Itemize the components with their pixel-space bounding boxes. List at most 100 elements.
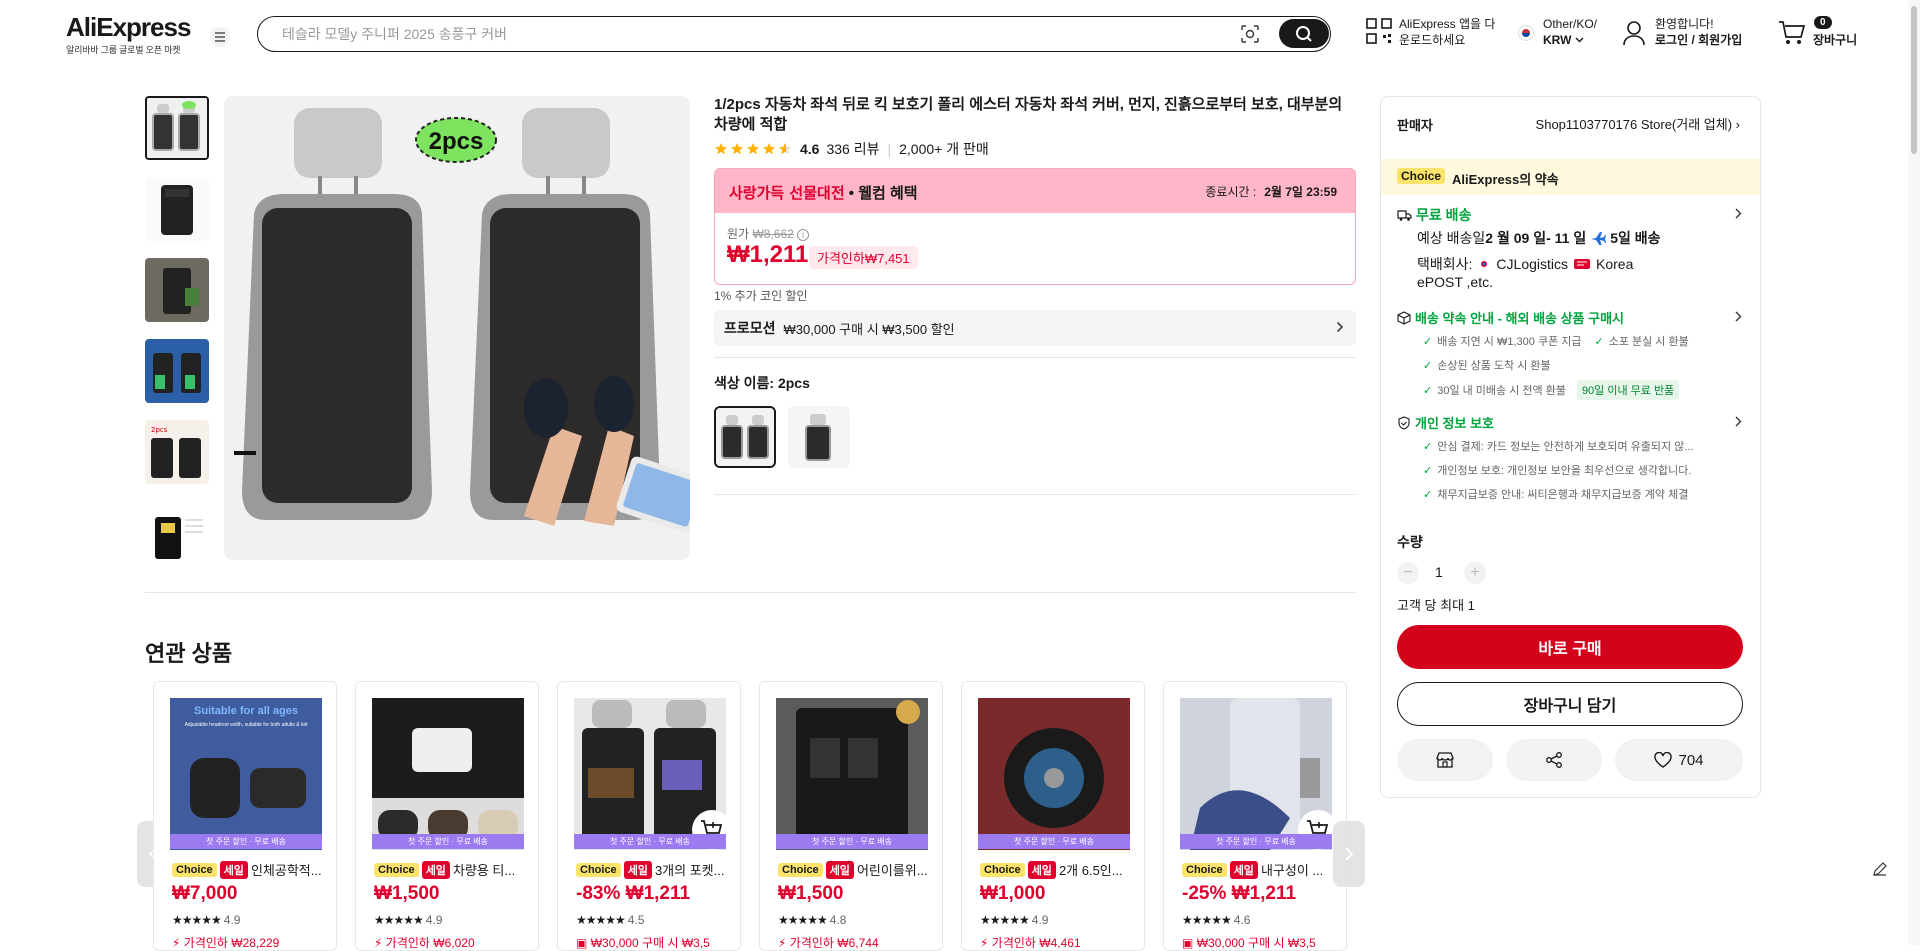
carousel-next-button[interactable] [1333,821,1365,887]
quantity-value[interactable]: 1 [1435,564,1443,580]
delivery-promise-item: ✓ 30일 내 미배송 시 전액 환불 90일 이내 무료 반품 [1423,380,1680,400]
korea-post-icon [1574,259,1591,269]
scrollbar-thumb[interactable] [1911,6,1917,154]
related-product-name-row: Choice 세일 내구성이 ... [1182,860,1332,879]
related-product-rating: ★★★★★ 4.5 [576,913,645,927]
color-swatch-1pc[interactable] [788,406,850,468]
rating-value: 4.6 [800,141,820,157]
quantity-label: 수량 [1397,534,1423,550]
main-product-image[interactable]: 2pcs [224,96,690,560]
search-button[interactable] [1279,19,1329,48]
related-product-image[interactable] [1180,698,1332,850]
cart-icon[interactable] [1778,20,1806,46]
related-product-card[interactable]: 첫 주문 할인 · 무료 배송 Choice 세일 어린이를위... ₩1,50… [759,681,943,951]
thumbnail[interactable] [145,258,209,322]
delivery-promise-title[interactable]: 배송 약속 안내 - 해외 배송 상품 구매시 [1397,308,1624,327]
thumbnail[interactable] [145,96,209,160]
edit-icon[interactable] [1872,861,1888,877]
choice-badge: Choice [778,862,823,877]
related-product-name: 3개의 포켓... [654,863,725,878]
sale-badge: 세일 [623,860,652,879]
info-icon[interactable]: i [797,229,810,241]
related-product-card[interactable]: 첫 주문 할인 · 무료 배송 Choice 세일 차량용 티... ₩1,50… [355,681,539,951]
locale-selector[interactable]: Other/KO/ KRW [1543,16,1597,48]
divider [714,494,1356,495]
related-product-price: -83% ₩1,211 [576,883,691,904]
related-product-image[interactable] [776,698,928,850]
price-drop-icon: ⚡ [778,936,787,950]
first-order-band: 첫 주문 할인 · 무료 배송 [978,834,1130,849]
choice-badge: Choice [1397,168,1446,184]
box-icon [1397,310,1411,325]
related-product-card[interactable]: 첫 주문 할인 · 무료 배송 Choice 세일 3개의 포켓... -83%… [557,681,741,951]
chevron-right-icon[interactable] [1735,416,1742,427]
thumbnail[interactable] [145,501,209,565]
account-icon[interactable] [1622,20,1646,46]
quantity-increase-button[interactable]: + [1464,562,1486,584]
discount-percent: -83% [576,883,621,904]
sale-badge: 세일 [1027,860,1056,879]
add-to-cart-button[interactable]: 장바구니 담기 [1397,682,1743,726]
sale-badge: 세일 [421,860,450,879]
thumbnail[interactable]: 2pcs [145,420,209,484]
category-menu-button[interactable] [210,27,230,47]
quantity-decrease-button[interactable]: − [1397,562,1419,584]
truck-icon [1397,209,1412,221]
related-product-price: ₩1,000 [980,883,1046,904]
choice-badge: Choice [172,862,217,877]
related-product-name-row: Choice 세일 차량용 티... [374,860,524,879]
related-product-image[interactable]: Suitable for all ages Adjustable headrest… [170,698,322,850]
aliexpress-logo[interactable]: AliExpress 알리바바 그룹 글로벌 오픈 마켓 [66,14,191,56]
buy-now-button[interactable]: 바로 구매 [1397,625,1743,669]
related-product-card[interactable]: Suitable for all ages Adjustable headrest… [153,681,337,951]
rating-stars: ★★★★★ [374,913,424,927]
related-product-image[interactable]: SPEAKER AMERICAN [978,698,1130,850]
search-input[interactable] [282,24,1162,44]
qr-code-icon[interactable] [1366,18,1392,44]
first-order-band: 첫 주문 할인 · 무료 배송 [170,834,322,849]
chevron-right-icon[interactable] [1735,311,1742,322]
privacy-title[interactable]: 개인 정보 보호 [1397,413,1494,432]
sign-in-link[interactable]: 환영합니다! 로그인 / 회원가입 [1655,16,1742,48]
related-product-name-row: Choice 세일 인체공학적... [172,860,322,879]
related-product-name-row: Choice 세일 3개의 포켓... [576,860,726,879]
share-button[interactable] [1506,739,1602,781]
coupon-icon: ▣ [576,936,588,950]
color-swatch-2pcs[interactable] [714,406,776,468]
download-app-link[interactable]: AliExpress 앱을 다 운로드하세요 [1399,16,1495,48]
rating-stars: ★★★★★ [980,913,1030,927]
camera-search-icon[interactable] [1240,24,1260,44]
rating-stars: ★★★★★ [576,913,626,927]
search-bar [257,16,1331,52]
related-product-card[interactable]: 첫 주문 할인 · 무료 배송 Choice 세일 내구성이 ... -25% … [1163,681,1347,951]
thumbnail[interactable] [145,177,209,241]
page-scrollbar[interactable] [1908,0,1920,945]
related-products-title: 연관 상품 [145,641,233,666]
promotion-row[interactable]: 프로모션 ₩30,000 구매 시 ₩3,500 할인 [714,310,1356,346]
related-product-image[interactable] [574,698,726,850]
related-product-name: 내구성이 ... [1260,863,1324,878]
wishlist-button[interactable]: 704 [1615,739,1743,781]
related-product-rating: ★★★★★ 4.9 [980,913,1049,927]
review-count[interactable]: 336 리뷰 [826,139,879,159]
chevron-right-icon[interactable] [1735,208,1742,219]
free-shipping-title[interactable]: 무료 배송 [1397,205,1471,225]
star-icon [763,143,775,155]
related-product-name-row: Choice 세일 2개 6.5인... [980,860,1130,879]
coupon-icon: ▣ [1182,936,1194,950]
related-product-card[interactable]: SPEAKER AMERICAN 첫 주문 할인 · 무료 배송 Choice … [961,681,1145,951]
rating-stars: ★★★★★ [1182,913,1232,927]
thumbnail[interactable] [145,339,209,403]
korea-flag-icon [1518,25,1534,41]
store-button[interactable] [1397,739,1493,781]
menu-icon [215,32,225,42]
delivery-estimate: 예상 배송일 2 월 09 일- 11 일 5일 배송 [1417,230,1661,246]
related-product-name: 2개 6.5인... [1058,863,1123,878]
related-product-price: -25% ₩1,211 [1182,883,1297,904]
privacy-item: ✓ 안심 결제: 카드 정보는 안전하게 보호되며 유출되지 않... [1423,440,1694,454]
sale-badge: 세일 [219,860,248,879]
seller-store-link[interactable]: Shop1103770176 Store(거래 업체) › [1536,114,1740,133]
card-image-subtext: Adjustable headrest width, suitable for … [185,722,308,728]
cart-label[interactable]: 장바구니 [1813,32,1857,48]
related-product-image[interactable] [372,698,524,850]
